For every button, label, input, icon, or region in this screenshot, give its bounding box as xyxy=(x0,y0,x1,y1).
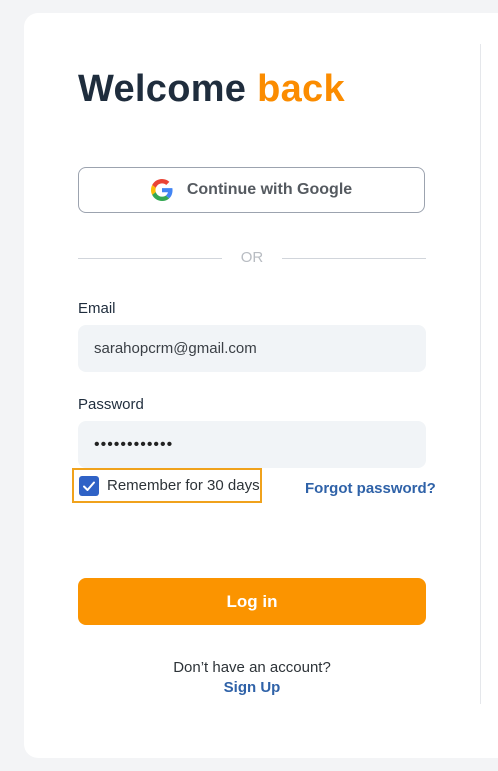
signup-prompt: Don’t have an account? xyxy=(173,659,331,676)
log-in-button[interactable]: Log in xyxy=(78,578,426,625)
email-field[interactable] xyxy=(78,325,426,372)
title-accent: back xyxy=(257,68,345,110)
vertical-divider xyxy=(480,44,481,704)
forgot-password-link[interactable]: Forgot password? xyxy=(305,480,436,497)
remember-me-checkbox[interactable]: Remember for 30 days xyxy=(72,468,262,503)
page-title: Welcome back xyxy=(78,68,345,111)
google-button-label: Continue with Google xyxy=(186,181,353,198)
email-label: Email xyxy=(78,300,116,317)
password-field[interactable] xyxy=(78,421,426,468)
remember-me-label: Remember for 30 days xyxy=(107,477,260,494)
google-icon xyxy=(150,179,173,201)
continue-with-google-button[interactable]: Continue with Google xyxy=(78,167,425,213)
title-main: Welcome xyxy=(78,68,247,110)
separator-line-right xyxy=(282,258,426,259)
checkbox-checked-icon xyxy=(79,475,99,496)
password-label: Password xyxy=(78,396,144,413)
login-card xyxy=(24,13,498,758)
sign-up-link[interactable]: Sign Up xyxy=(78,679,426,696)
or-separator: OR xyxy=(78,247,426,269)
